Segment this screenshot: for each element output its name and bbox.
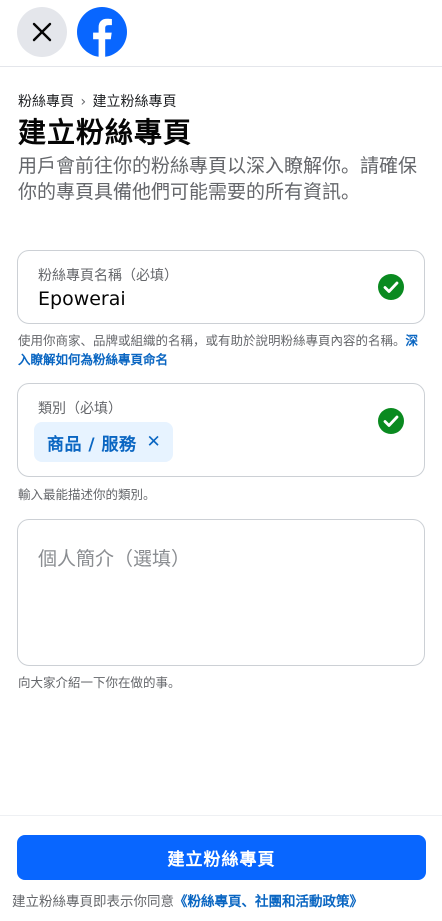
close-icon <box>32 22 52 42</box>
breadcrumb-current: 建立粉絲專頁 <box>92 94 177 110</box>
check-circle-icon <box>378 274 404 300</box>
top-bar <box>0 0 442 67</box>
breadcrumb-separator: › <box>80 94 87 110</box>
page-description: 用戶會前往你的粉絲專頁以深入瞭解你。請確保你的專頁具備他們可能需要的所有資訊。 <box>18 155 418 203</box>
policy-link[interactable]: 《粉絲專頁、社團和活動政策》 <box>174 894 363 910</box>
terms-notice-text: 建立粉絲專頁即表示你同意 <box>12 894 174 910</box>
page-title: 建立粉絲專頁 <box>18 116 193 149</box>
category-chip: 商品 / 服務 ✕ <box>34 422 173 462</box>
page-name-label: 粉絲專頁名稱（必填） <box>38 268 178 284</box>
page-name-field[interactable]: 粉絲專頁名稱（必填） Epowerai <box>17 250 425 324</box>
bio-field[interactable]: 個人簡介（選填） <box>17 519 425 666</box>
breadcrumb: 粉絲專頁 › 建立粉絲專頁 <box>18 91 177 111</box>
page-name-helper: 使用你商家、品牌或組織的名稱，或有助於說明粉絲專頁內容的名稱。深入瞭解如何為粉絲… <box>18 331 428 369</box>
close-icon[interactable]: ✕ <box>147 433 161 451</box>
bio-placeholder[interactable]: 個人簡介（選填） <box>38 544 190 571</box>
bio-helper: 向大家介紹一下你在做的事。 <box>18 675 181 690</box>
category-label: 類別（必填） <box>38 401 122 417</box>
category-chip-label: 商品 / 服務 <box>47 434 137 455</box>
page-name-helper-text: 使用你商家、品牌或組織的名稱，或有助於說明粉絲專頁內容的名稱。 <box>18 333 406 348</box>
category-helper: 輸入最能描述你的類別。 <box>18 487 156 502</box>
check-circle-icon <box>378 408 404 434</box>
create-page-button[interactable]: 建立粉絲專頁 <box>17 835 426 880</box>
breadcrumb-parent-link[interactable]: 粉絲專頁 <box>18 94 74 110</box>
close-button[interactable] <box>17 7 67 57</box>
terms-notice: 建立粉絲專頁即表示你同意《粉絲專頁、社團和活動政策》 <box>12 890 363 910</box>
category-field[interactable]: 類別（必填） 商品 / 服務 ✕ <box>17 383 425 477</box>
facebook-logo-icon[interactable] <box>77 7 127 57</box>
page-name-input[interactable]: Epowerai <box>38 288 126 310</box>
